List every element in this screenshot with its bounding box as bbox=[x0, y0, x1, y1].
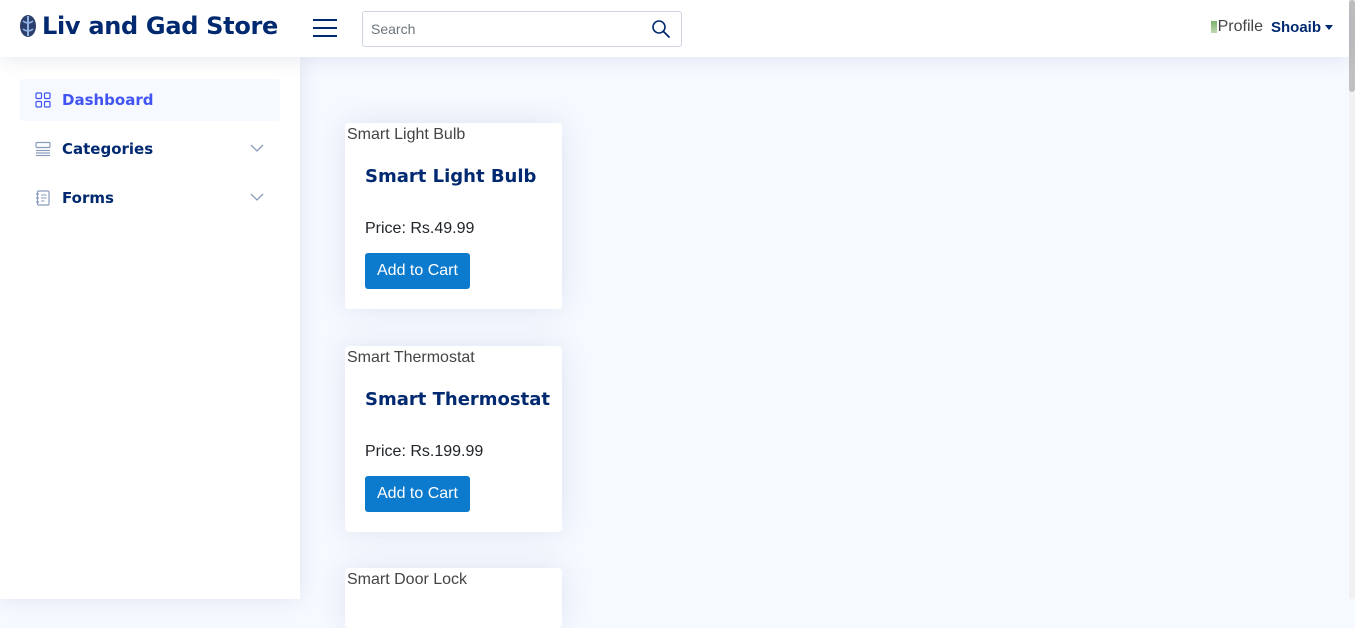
menu-button-icon bbox=[35, 141, 51, 157]
chevron-down-icon bbox=[250, 193, 264, 201]
header: Liv and Gad Store Profile Shoaib bbox=[0, 0, 1349, 57]
sidebar-item-label: Dashboard bbox=[62, 91, 154, 109]
product-price: Price: Rs.199.99 bbox=[365, 443, 484, 460]
search-input[interactable] bbox=[363, 12, 643, 46]
product-card: Smart Thermostat Smart Thermostat Price:… bbox=[345, 346, 562, 532]
sidebar-item-forms[interactable]: Forms bbox=[20, 177, 280, 219]
product-image-alt: Smart Door Lock bbox=[347, 571, 468, 588]
product-image: Smart Thermostat bbox=[345, 346, 562, 368]
avatar[interactable]: Profile bbox=[1210, 18, 1263, 36]
add-to-cart-button[interactable]: Add to Cart bbox=[365, 476, 470, 512]
sidebar-item-label: Categories bbox=[62, 140, 154, 158]
product-image: Smart Door Lock bbox=[345, 568, 562, 590]
search-form bbox=[362, 11, 682, 47]
broken-image-icon bbox=[1210, 21, 1217, 33]
sidebar-item-dashboard[interactable]: Dashboard bbox=[20, 79, 280, 121]
caret-down-icon bbox=[1325, 24, 1333, 30]
product-card: Smart Door Lock bbox=[345, 568, 562, 628]
product-image-alt: Smart Thermostat bbox=[347, 349, 475, 366]
avatar-alt-text: Profile bbox=[1217, 18, 1263, 35]
product-image: Smart Light Bulb bbox=[345, 123, 562, 145]
chevron-down-icon bbox=[250, 144, 264, 152]
journal-text-icon bbox=[36, 190, 50, 206]
logo-icon bbox=[20, 15, 36, 37]
sidebar: Dashboard Categories Forms bbox=[0, 57, 300, 599]
product-price: Price: Rs.49.99 bbox=[365, 220, 475, 237]
add-to-cart-button[interactable]: Add to Cart bbox=[365, 253, 470, 289]
brand-name: Liv and Gad Store bbox=[42, 12, 279, 40]
grid-icon bbox=[35, 92, 51, 108]
brand[interactable]: Liv and Gad Store bbox=[18, 12, 278, 40]
profile-dropdown[interactable]: Profile Shoaib bbox=[1210, 18, 1333, 36]
product-title: Smart Thermostat bbox=[365, 389, 550, 410]
product-card: Smart Light Bulb Smart Light Bulb Price:… bbox=[345, 123, 562, 309]
scrollbar-thumb[interactable] bbox=[1349, 0, 1355, 92]
sidebar-toggle-icon[interactable] bbox=[313, 17, 337, 39]
main-content: Smart Light Bulb Smart Light Bulb Price:… bbox=[300, 57, 1349, 628]
scrollbar[interactable] bbox=[1349, 0, 1355, 599]
product-image-alt: Smart Light Bulb bbox=[347, 126, 466, 143]
product-title: Smart Light Bulb bbox=[365, 166, 537, 187]
profile-name[interactable]: Shoaib bbox=[1271, 19, 1321, 36]
search-icon[interactable] bbox=[651, 19, 671, 39]
sidebar-item-categories[interactable]: Categories bbox=[20, 128, 280, 170]
sidebar-item-label: Forms bbox=[62, 189, 114, 207]
